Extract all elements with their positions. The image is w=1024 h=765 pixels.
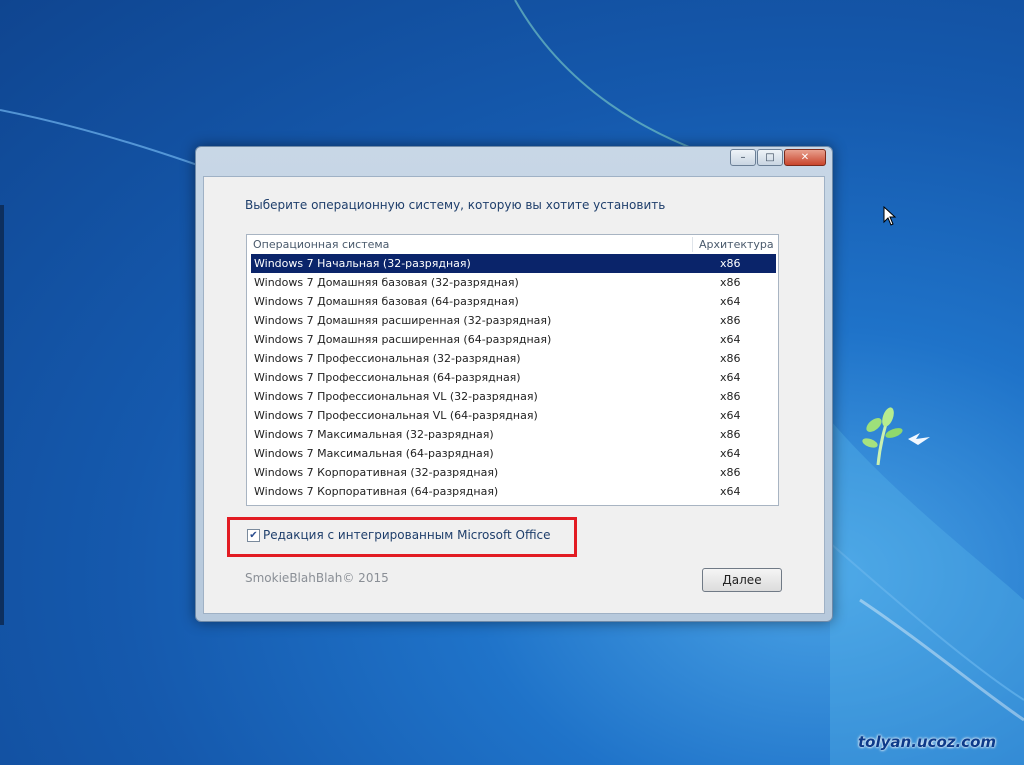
red-highlight-box (227, 517, 577, 557)
column-header-arch[interactable]: Архитектура (699, 238, 774, 251)
edition-arch: x86 (720, 352, 741, 365)
list-item[interactable]: Windows 7 Профессиональная VL (32-разряд… (251, 387, 777, 406)
edition-name: Windows 7 Корпоративная (64-разрядная) (254, 485, 499, 498)
close-icon[interactable]: ✕ (784, 149, 826, 166)
edition-name: Windows 7 Максимальная (32-разрядная) (254, 428, 494, 441)
list-item[interactable]: Windows 7 Корпоративная (32-разрядная) x8… (251, 463, 777, 482)
edition-name: Windows 7 Домашняя базовая (32-разрядная… (254, 276, 519, 289)
column-header-os[interactable]: Операционная система (253, 238, 389, 251)
maximize-icon[interactable]: □ (757, 149, 783, 166)
copyright-text: SmokieBlahBlah© 2015 (245, 571, 389, 585)
list-rows: Windows 7 Начальная (32-разрядная) x86 Win… (251, 254, 777, 501)
list-item[interactable]: Windows 7 Максимальная (32-разрядная) x86 (251, 425, 777, 444)
window-controls: – □ ✕ (729, 149, 826, 166)
next-button[interactable]: Далее (702, 568, 782, 592)
list-item[interactable]: Windows 7 Домашняя базовая (32-разрядная… (251, 273, 777, 292)
edition-name: Windows 7 Профессиональная (32-разрядная… (254, 352, 521, 365)
column-separator[interactable] (692, 237, 693, 252)
edition-name: Windows 7 Корпоративная (32-разрядная) (254, 466, 499, 479)
edition-name: Windows 7 Профессиональная VL (64-разряд… (254, 409, 538, 422)
list-item[interactable]: Windows 7 Профессиональная (32-разрядная… (251, 349, 777, 368)
edition-arch: x64 (720, 485, 741, 498)
list-item[interactable]: Windows 7 Корпоративная (64-разрядная) x6… (251, 482, 777, 501)
edition-name: Windows 7 Профессиональная (64-разрядная… (254, 371, 521, 384)
edition-name: Windows 7 Максимальная (64-разрядная) (254, 447, 494, 460)
edition-arch: x64 (720, 409, 741, 422)
prompt-text: Выберите операционную систему, которую в… (245, 198, 666, 212)
edition-arch: x64 (720, 333, 741, 346)
list-item[interactable]: Windows 7 Домашняя расширенная (64-разря… (251, 330, 777, 349)
edition-name: Windows 7 Начальная (32-разрядная) (254, 257, 471, 270)
edition-arch: x86 (720, 276, 741, 289)
edition-arch: x86 (720, 314, 741, 327)
edition-list[interactable]: Операционная система Архитектура Windows… (246, 234, 779, 506)
edition-arch: x64 (720, 295, 741, 308)
list-item[interactable]: Windows 7 Домашняя расширенная (32-разря… (251, 311, 777, 330)
edition-name: Windows 7 Домашняя расширенная (64-разря… (254, 333, 552, 346)
list-item[interactable]: Windows 7 Максимальная (64-разрядная) x64 (251, 444, 777, 463)
list-item[interactable]: Windows 7 Профессиональная (64-разрядная… (251, 368, 777, 387)
edition-name: Windows 7 Профессиональная VL (32-разряд… (254, 390, 538, 403)
edition-name: Windows 7 Домашняя базовая (64-разрядная… (254, 295, 519, 308)
edition-arch: x64 (720, 371, 741, 384)
watermark-text: tolyan.ucoz.com (858, 733, 997, 751)
edition-arch: x86 (720, 257, 741, 270)
list-item[interactable]: Windows 7 Начальная (32-разрядная) x86 (251, 254, 776, 273)
desktop-edge (0, 205, 4, 625)
edition-name: Windows 7 Домашняя расширенная (32-разря… (254, 314, 552, 327)
edition-arch: x86 (720, 466, 741, 479)
list-item[interactable]: Windows 7 Домашняя базовая (64-разрядная… (251, 292, 777, 311)
edition-arch: x64 (720, 447, 741, 460)
minimize-icon[interactable]: – (730, 149, 756, 166)
edition-arch: x86 (720, 428, 741, 441)
list-item[interactable]: Windows 7 Профессиональная VL (64-разряд… (251, 406, 777, 425)
windows-bird-logo-icon (862, 407, 930, 466)
edition-arch: x86 (720, 390, 741, 403)
list-header: Операционная система Архитектура (247, 235, 778, 254)
mouse-cursor-icon (883, 206, 897, 226)
